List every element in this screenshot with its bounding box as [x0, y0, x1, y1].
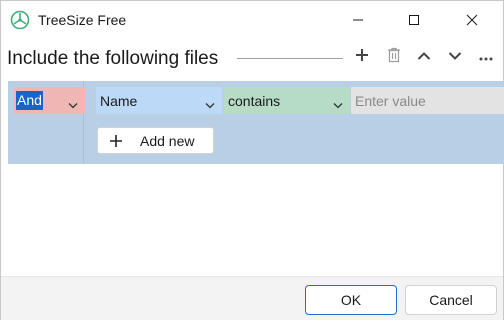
chevron-down-icon: [205, 96, 215, 114]
logic-column: And: [8, 81, 85, 164]
close-button[interactable]: [449, 1, 495, 39]
operator-select-value: contains: [228, 92, 281, 109]
logic-operator-select[interactable]: And: [14, 87, 85, 114]
minimize-icon: [352, 14, 364, 26]
logic-operator-value: And: [16, 91, 43, 110]
move-down-button[interactable]: [444, 46, 466, 68]
maximize-icon: [408, 14, 420, 26]
filter-panel: And Name contains Add new: [8, 81, 504, 164]
chevron-down-icon: [333, 96, 343, 114]
move-up-button[interactable]: [413, 46, 435, 68]
more-icon: [479, 48, 493, 66]
operator-select[interactable]: contains: [224, 87, 350, 114]
chevron-up-icon: [417, 48, 431, 66]
header-divider: [237, 58, 343, 59]
title-bar: TreeSize Free: [1, 1, 503, 39]
minimize-button[interactable]: [335, 1, 381, 39]
add-icon: [109, 134, 123, 148]
app-icon: [10, 10, 30, 30]
add-new-button[interactable]: Add new: [97, 127, 214, 154]
delete-icon: [387, 47, 401, 68]
add-icon: [355, 48, 369, 67]
filter-value-input[interactable]: [351, 87, 504, 114]
add-new-label: Add new: [140, 132, 195, 149]
dialog-window: TreeSize Free Include the following file…: [0, 0, 504, 320]
field-select[interactable]: Name: [96, 87, 222, 114]
chevron-down-icon: [448, 48, 462, 66]
dialog-footer: OK Cancel: [1, 276, 503, 320]
more-options-button[interactable]: [475, 46, 497, 68]
page-title: Include the following files: [7, 48, 219, 69]
maximize-button[interactable]: [391, 1, 437, 39]
cancel-button[interactable]: Cancel: [405, 285, 497, 315]
close-icon: [466, 14, 478, 26]
ok-button[interactable]: OK: [305, 285, 397, 315]
delete-filter-button[interactable]: [383, 46, 405, 68]
chevron-down-icon: [68, 96, 78, 114]
window-title: TreeSize Free: [38, 12, 127, 28]
add-filter-button[interactable]: [351, 46, 373, 68]
field-select-value: Name: [100, 92, 138, 109]
